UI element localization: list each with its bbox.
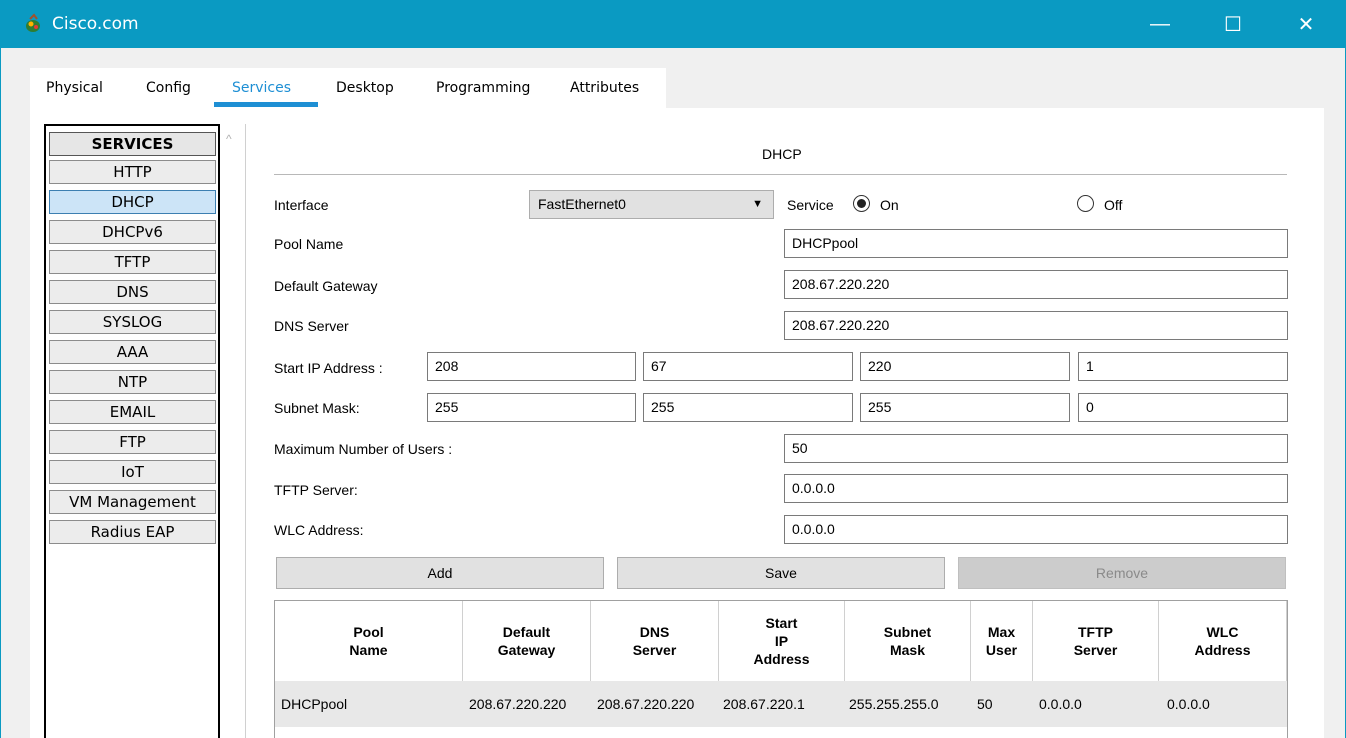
subnet-mask-octet-2[interactable]: 255: [643, 393, 853, 422]
minimize-button[interactable]: —: [1132, 0, 1188, 48]
column-header-start-ip[interactable]: Start IP Address: [719, 601, 845, 681]
section-title: DHCP: [762, 146, 802, 162]
minimize-icon: —: [1150, 12, 1170, 35]
column-header-wlc-address[interactable]: WLC Address: [1159, 601, 1287, 681]
cell-tftp-server: 0.0.0.0: [1039, 696, 1082, 712]
default-gateway-input[interactable]: 208.67.220.220: [784, 270, 1288, 299]
tab-services[interactable]: Services: [232, 80, 291, 96]
sidebar-item-syslog[interactable]: SYSLOG: [49, 310, 216, 334]
pool-name-label: Pool Name: [274, 236, 344, 252]
sidebar-item-dhcpv6[interactable]: DHCPv6: [49, 220, 216, 244]
subnet-mask-label: Subnet Mask:: [274, 400, 360, 416]
cell-wlc-address: 0.0.0.0: [1167, 696, 1210, 712]
subnet-mask-octet-4[interactable]: 0: [1078, 393, 1288, 422]
cell-dns-server: 208.67.220.220: [597, 696, 695, 712]
maximize-button[interactable]: ☐: [1205, 0, 1261, 48]
active-tab-indicator: [214, 102, 318, 107]
column-header-default-gateway[interactable]: Default Gateway: [463, 601, 591, 681]
scroll-up-icon[interactable]: ^: [226, 132, 232, 146]
wlc-address-label: WLC Address:: [274, 522, 364, 538]
tab-desktop[interactable]: Desktop: [336, 80, 394, 96]
sidebar-item-http[interactable]: HTTP: [49, 160, 216, 184]
sidebar-item-radius-eap[interactable]: Radius EAP: [49, 520, 216, 544]
interface-label: Interface: [274, 197, 329, 213]
service-on-radio[interactable]: [853, 195, 870, 212]
tab-attributes[interactable]: Attributes: [570, 80, 639, 96]
column-header-pool-name[interactable]: Pool Name: [275, 601, 463, 681]
service-off-label[interactable]: Off: [1104, 197, 1122, 213]
cell-pool-name: DHCPpool: [281, 696, 348, 712]
sidebar-item-aaa[interactable]: AAA: [49, 340, 216, 364]
service-off-radio[interactable]: [1077, 195, 1094, 212]
sidebar-item-tftp[interactable]: TFTP: [49, 250, 216, 274]
pool-name-input[interactable]: DHCPpool: [784, 229, 1288, 258]
column-header-subnet-mask[interactable]: Subnet Mask: [845, 601, 971, 681]
start-ip-octet-2[interactable]: 67: [643, 352, 853, 381]
services-sidebar: SERVICES HTTP DHCP DHCPv6 TFTP DNS SYSLO…: [44, 124, 220, 738]
dropdown-arrow-icon: ▼: [752, 198, 763, 210]
sidebar-item-iot[interactable]: IoT: [49, 460, 216, 484]
service-on-label[interactable]: On: [880, 197, 899, 213]
sidebar-header: SERVICES: [49, 132, 216, 156]
tftp-server-input[interactable]: 0.0.0.0: [784, 474, 1288, 503]
sidebar-item-dhcp[interactable]: DHCP: [49, 190, 216, 214]
cell-subnet-mask: 255.255.255.0: [849, 696, 939, 712]
table-row[interactable]: DHCPpool 208.67.220.220 208.67.220.220 2…: [275, 681, 1287, 727]
column-header-tftp-server[interactable]: TFTP Server: [1033, 601, 1159, 681]
subnet-mask-octet-3[interactable]: 255: [860, 393, 1070, 422]
sidebar-item-vm-management[interactable]: VM Management: [49, 490, 216, 514]
default-gateway-label: Default Gateway: [274, 278, 378, 294]
subnet-mask-octet-1[interactable]: 255: [427, 393, 636, 422]
cell-max-user: 50: [977, 696, 993, 712]
sidebar-item-ftp[interactable]: FTP: [49, 430, 216, 454]
max-users-label: Maximum Number of Users :: [274, 441, 453, 457]
sidebar-item-email[interactable]: EMAIL: [49, 400, 216, 424]
start-ip-octet-3[interactable]: 220: [860, 352, 1070, 381]
close-icon: ✕: [1297, 13, 1315, 36]
sidebar-scrollbar[interactable]: ^: [220, 124, 246, 738]
tab-bar: Physical Config Services Desktop Program…: [30, 68, 666, 108]
interface-dropdown[interactable]: FastEthernet0 ▼: [529, 190, 774, 219]
packet-tracer-app-icon: [26, 13, 40, 32]
cell-default-gateway: 208.67.220.220: [469, 696, 567, 712]
start-ip-octet-1[interactable]: 208: [427, 352, 636, 381]
window-title: Cisco.com: [52, 14, 139, 34]
save-button[interactable]: Save: [617, 557, 945, 589]
remove-button[interactable]: Remove: [958, 557, 1286, 589]
sidebar-item-ntp[interactable]: NTP: [49, 370, 216, 394]
dns-server-input[interactable]: 208.67.220.220: [784, 311, 1288, 340]
title-bar: Cisco.com — ☐ ✕: [0, 0, 1346, 48]
column-header-max-user[interactable]: Max User: [971, 601, 1033, 681]
tab-programming[interactable]: Programming: [436, 80, 530, 96]
dhcp-pool-table: Pool Name Default Gateway DNS Server Start I…: [274, 600, 1288, 738]
maximize-icon: ☐: [1224, 13, 1242, 36]
sidebar-item-dns[interactable]: DNS: [49, 280, 216, 304]
start-ip-label: Start IP Address :: [274, 360, 383, 376]
add-button[interactable]: Add: [276, 557, 604, 589]
column-header-dns-server[interactable]: DNS Server: [591, 601, 719, 681]
start-ip-octet-4[interactable]: 1: [1078, 352, 1288, 381]
tftp-server-label: TFTP Server:: [274, 482, 358, 498]
tab-config[interactable]: Config: [146, 80, 191, 96]
wlc-address-input[interactable]: 0.0.0.0: [784, 515, 1288, 544]
tab-physical[interactable]: Physical: [46, 80, 103, 96]
cell-start-ip: 208.67.220.1: [723, 696, 805, 712]
section-divider: [274, 174, 1287, 175]
max-users-input[interactable]: 50: [784, 434, 1288, 463]
interface-value: FastEthernet0: [538, 196, 626, 212]
close-button[interactable]: ✕: [1278, 0, 1334, 48]
dns-server-label: DNS Server: [274, 318, 349, 334]
service-label: Service: [787, 197, 834, 213]
